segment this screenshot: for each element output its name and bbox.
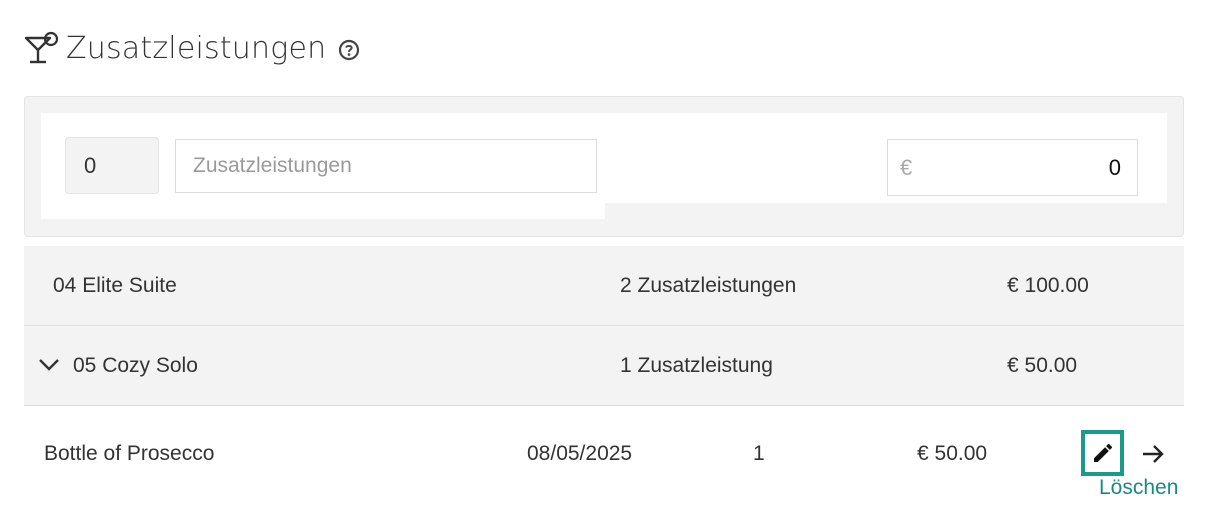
item-date: 08/05/2025 bbox=[527, 442, 633, 465]
arrow-right-icon[interactable] bbox=[1140, 441, 1166, 467]
price-input[interactable]: € 0 bbox=[887, 139, 1138, 196]
page-title: Zusatzleistungen bbox=[66, 30, 327, 66]
edit-button[interactable] bbox=[1081, 430, 1124, 476]
group-total: € 100.00 bbox=[1007, 273, 1089, 297]
delete-link[interactable]: Löschen bbox=[1099, 476, 1178, 500]
extras-count: 1 Zusatzleistung bbox=[620, 353, 773, 377]
pencil-icon bbox=[1093, 443, 1112, 462]
section-header: Zusatzleistungen bbox=[24, 28, 360, 68]
item-quantity: 1 bbox=[753, 442, 765, 465]
quantity-value: 0 bbox=[84, 152, 97, 178]
price-value: 0 bbox=[1108, 154, 1121, 180]
extra-service-input[interactable]: Zusatzleistungen bbox=[175, 139, 597, 193]
group-total: € 50.00 bbox=[1007, 353, 1078, 377]
room-group-row[interactable]: 05 Cozy Solo 1 Zusatzleistung € 50.00 bbox=[24, 326, 1184, 406]
chevron-down-icon[interactable] bbox=[38, 357, 60, 373]
quantity-input[interactable]: 0 bbox=[65, 137, 159, 194]
add-extra-form: 0 Zusatzleistungen € 0 bbox=[24, 96, 1184, 237]
extra-item-row: Bottle of Prosecco 08/05/2025 1 € 50.00 … bbox=[24, 406, 1184, 506]
room-group-row[interactable]: 04 Elite Suite 2 Zusatzleistungen € 100.… bbox=[24, 246, 1184, 326]
item-price: € 50.00 bbox=[917, 442, 988, 465]
item-name: Bottle of Prosecco bbox=[44, 442, 215, 465]
extra-service-placeholder: Zusatzleistungen bbox=[193, 154, 352, 177]
cocktail-icon bbox=[24, 31, 59, 64]
help-circle-icon[interactable] bbox=[338, 39, 360, 61]
room-name: 05 Cozy Solo bbox=[73, 353, 198, 377]
currency-symbol: € bbox=[900, 154, 913, 180]
extras-count: 2 Zusatzleistungen bbox=[620, 273, 797, 297]
room-name: 04 Elite Suite bbox=[53, 273, 177, 297]
